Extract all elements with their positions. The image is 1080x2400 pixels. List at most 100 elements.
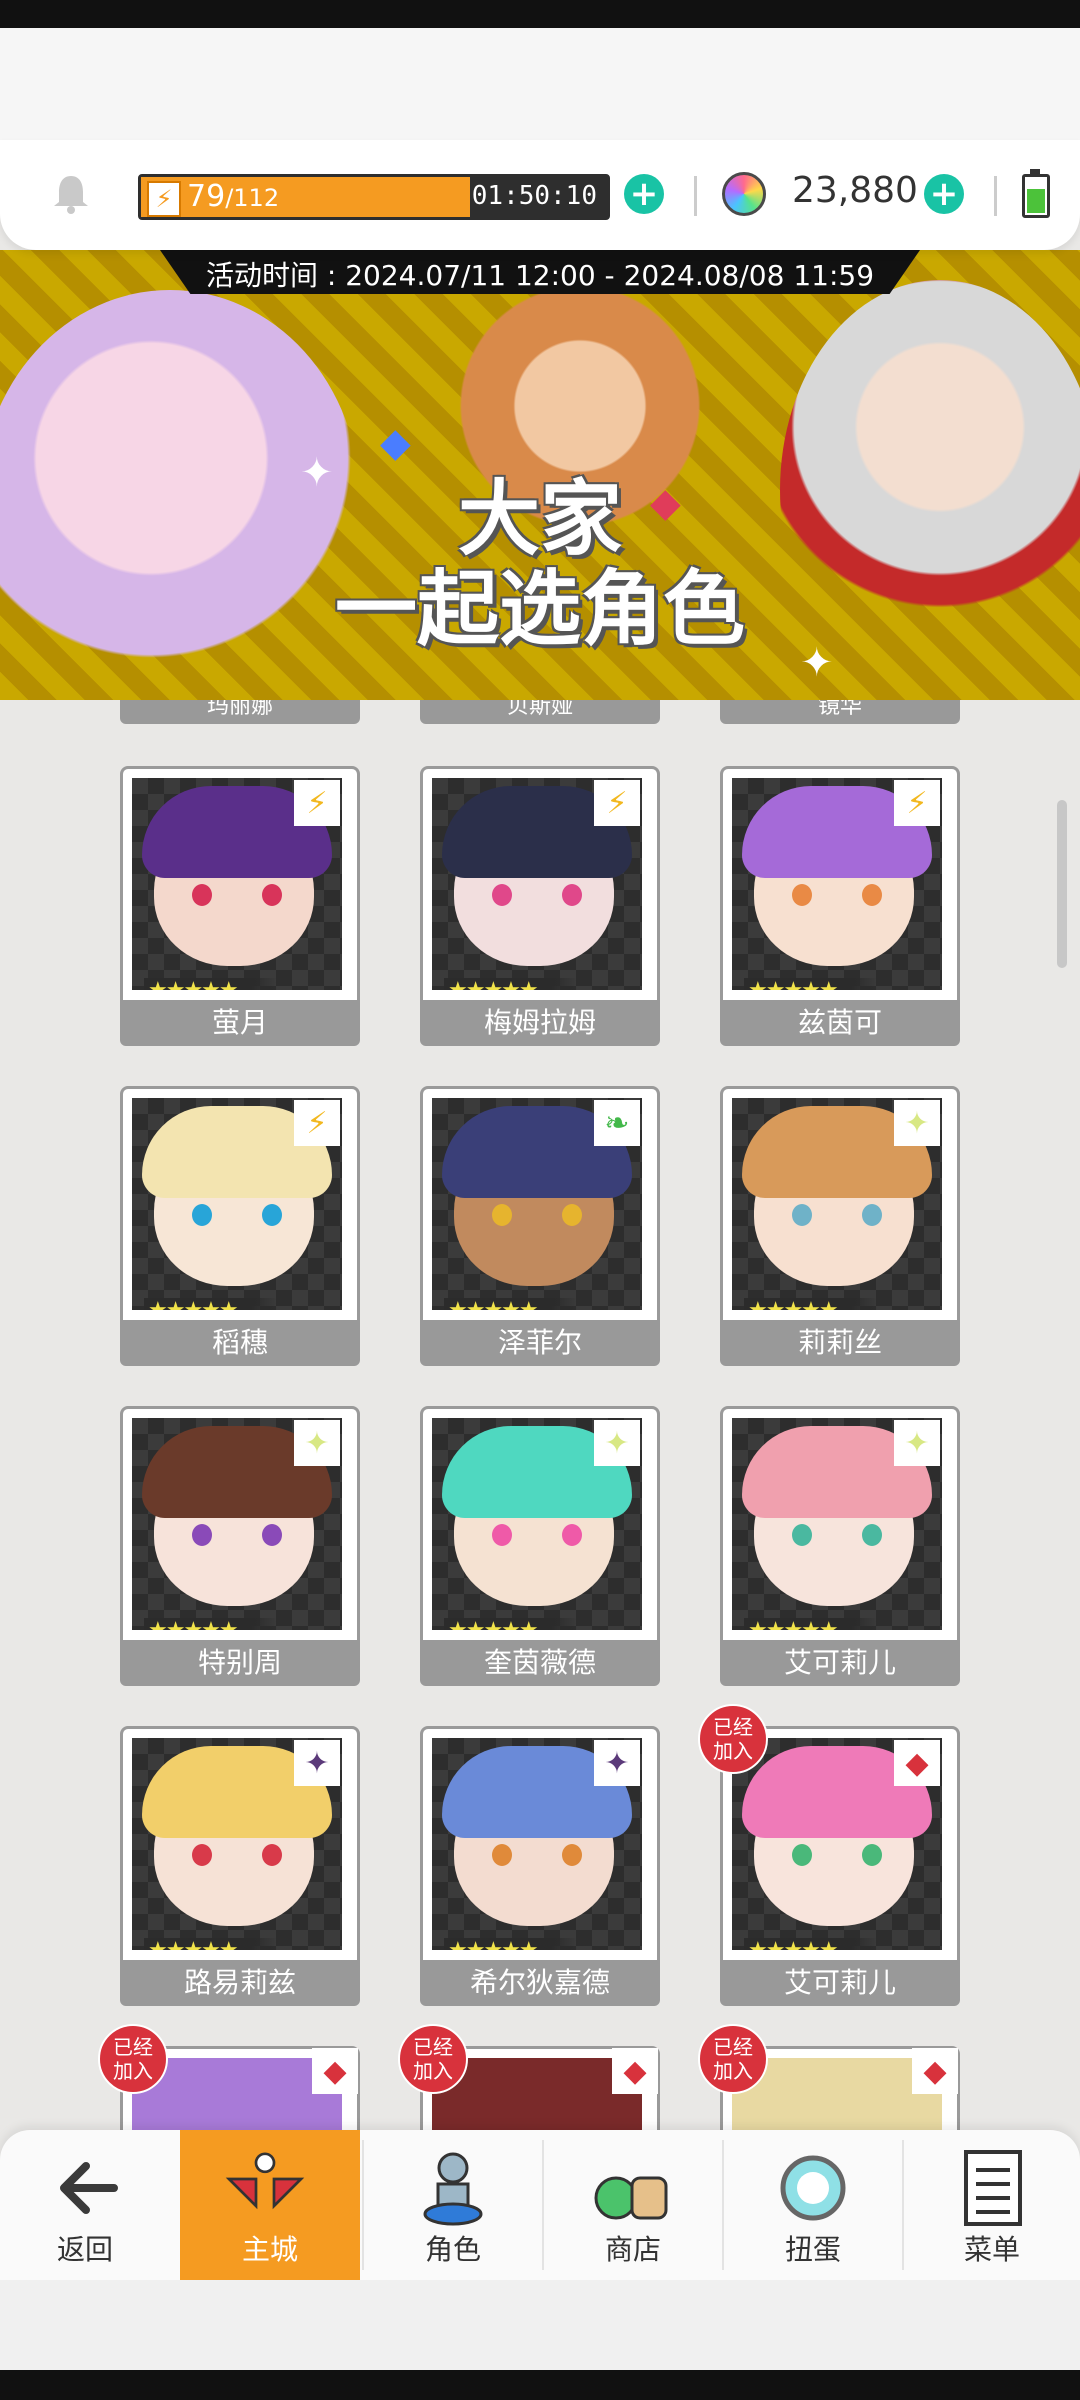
character-card[interactable]: ◆ ★★★★★ 艾可莉儿 已经加入 <box>698 1704 960 2006</box>
nav-shop[interactable]: 商店 <box>544 2130 722 2280</box>
rarity-stars: ★★★★★ <box>744 1938 878 1950</box>
character-card-partial[interactable]: ◆ 已经 加入 <box>398 2024 660 2130</box>
joined-badge: 已经 加入 <box>698 2024 768 2094</box>
nav-gacha-label: 扭蛋 <box>784 2233 841 2266</box>
character-portrait: ❧ ★★★★★ <box>432 1098 642 1310</box>
bottom-nav: 返回 主城 角色 商店 扭蛋 菜单 <box>0 2130 1080 2280</box>
character-name: 艾可莉儿 <box>720 1640 960 1686</box>
partial-card-label: 贝斯娅 <box>420 700 660 724</box>
nav-menu-label: 菜单 <box>963 2233 1020 2266</box>
dark-attribute-icon: ✦ <box>294 1740 340 1786</box>
nav-character-label: 角色 <box>424 2233 481 2266</box>
divider <box>994 176 997 216</box>
character-portrait: ✦ ★★★★★ <box>432 1418 642 1630</box>
partial-card-label: 镜华 <box>720 700 960 724</box>
character-portrait: ⚡ ★★★★★ <box>132 1098 342 1310</box>
shop-icon <box>588 2148 678 2228</box>
event-banner[interactable]: 活动时间 : 2024.07/11 12:00 - 2024.08/08 11:… <box>0 250 1080 700</box>
light-attribute-icon: ✦ <box>894 1100 940 1146</box>
character-name: 希尔狄嘉德 <box>420 1960 660 2006</box>
energy-current: 79 <box>187 179 226 214</box>
nav-back-label: 返回 <box>56 2233 113 2266</box>
dark-attribute-icon: ✦ <box>594 1740 640 1786</box>
nav-back[interactable]: 返回 <box>0 2130 170 2280</box>
add-energy-button[interactable]: + <box>624 174 664 214</box>
nav-home-label: 主城 <box>241 2233 298 2266</box>
character-name: 特别周 <box>120 1640 360 1686</box>
battery-icon <box>1022 169 1050 218</box>
character-card-partial[interactable]: ◆ 已经 加入 <box>698 2024 960 2130</box>
rarity-stars: ★★★★★ <box>744 1298 878 1310</box>
wind-attribute-icon: ❧ <box>594 1100 640 1146</box>
light-attribute-icon: ✦ <box>294 1420 340 1466</box>
character-portrait: ◆ ★★★★★ <box>732 1738 942 1950</box>
fire-attribute-icon: ◆ <box>612 2048 658 2094</box>
energy-timer: 01:50:10 <box>471 181 597 211</box>
character-card[interactable]: ✦ ★★★★★ 希尔狄嘉德 <box>420 1726 660 2006</box>
event-time: 活动时间 : 2024.07/11 12:00 - 2024.08/08 11:… <box>205 259 875 292</box>
banner-character-right <box>780 280 1080 700</box>
rarity-stars: ★★★★★ <box>444 1298 578 1310</box>
character-portrait: ⚡ ★★★★★ <box>132 778 342 990</box>
gem-icon <box>722 172 766 216</box>
rarity-stars: ★★★★★ <box>144 1618 278 1630</box>
partial-card-label: 玛丽娜 <box>120 700 360 724</box>
sparkle-icon: ✦ <box>800 640 834 686</box>
character-portrait: ⚡ ★★★★★ <box>432 778 642 990</box>
lightning-attribute-icon: ⚡ <box>594 780 640 826</box>
gacha-icon <box>768 2148 858 2228</box>
status-bar <box>0 0 1080 28</box>
character-portrait: ✦ ★★★★★ <box>132 1418 342 1630</box>
add-gems-button[interactable]: + <box>924 174 964 214</box>
character-card[interactable]: ✦ ★★★★★ 奎茵薇德 <box>420 1406 660 1686</box>
joined-badge: 已经 加入 <box>698 1704 768 1774</box>
character-card[interactable]: ✦ ★★★★★ 莉莉丝 <box>720 1086 960 1366</box>
character-portrait: ⚡ ★★★★★ <box>732 778 942 990</box>
divider <box>694 176 697 216</box>
character-portrait: ✦ ★★★★★ <box>732 1098 942 1310</box>
sparkle-icon: ◆ <box>380 420 411 466</box>
nav-gacha[interactable]: 扭蛋 <box>724 2130 902 2280</box>
joined-badge: 已经 加入 <box>98 2024 168 2094</box>
character-name: 萤月 <box>120 1000 360 1046</box>
character-card[interactable]: ✦ ★★★★★ 特别周 <box>120 1406 360 1686</box>
banner-title: 大家 一起选角色 <box>300 475 780 655</box>
castle-icon <box>220 2148 310 2228</box>
rarity-stars: ★★★★★ <box>444 978 578 990</box>
back-arrow-icon <box>60 2162 118 2214</box>
top-spacer <box>0 28 1080 148</box>
nav-shop-label: 商店 <box>604 2233 661 2266</box>
rarity-stars: ★★★★★ <box>444 1938 578 1950</box>
resource-header: ⚡ 79/112 01:50:10 + 23,880 + <box>0 140 1080 250</box>
character-name: 梅姆拉姆 <box>420 1000 660 1046</box>
character-roster[interactable]: 玛丽娜 贝斯娅 镜华 ⚡ ★★★★★ 萤月 ⚡ ★★★★★ 梅姆拉姆 <box>0 700 1080 2130</box>
character-portrait: ✦ ★★★★★ <box>132 1738 342 1950</box>
banner-title-line1: 大家 <box>457 472 622 567</box>
character-card[interactable]: ⚡ ★★★★★ 兹茵可 <box>720 766 960 1046</box>
event-time-bar: 活动时间 : 2024.07/11 12:00 - 2024.08/08 11:… <box>160 250 920 294</box>
gem-count: 23,880 <box>792 170 918 211</box>
character-name: 奎茵薇德 <box>420 1640 660 1686</box>
bell-icon[interactable] <box>48 170 94 216</box>
character-card[interactable]: ✦ ★★★★★ 路易莉兹 <box>120 1726 360 2006</box>
nav-character[interactable]: 角色 <box>364 2130 542 2280</box>
nav-home[interactable]: 主城 <box>180 2130 360 2280</box>
fire-attribute-icon: ◆ <box>312 2048 358 2094</box>
character-card-partial[interactable]: ◆ 已经 加入 <box>98 2024 360 2130</box>
fire-attribute-icon: ◆ <box>912 2048 958 2094</box>
character-card[interactable]: ⚡ ★★★★★ 梅姆拉姆 <box>420 766 660 1046</box>
character-card[interactable]: ✦ ★★★★★ 艾可莉儿 <box>720 1406 960 1686</box>
rarity-stars: ★★★★★ <box>144 978 278 990</box>
character-name: 艾可莉儿 <box>720 1960 960 2006</box>
character-card[interactable]: ⚡ ★★★★★ 稻穗 <box>120 1086 360 1366</box>
character-name: 稻穗 <box>120 1320 360 1366</box>
character-name: 路易莉兹 <box>120 1960 360 2006</box>
character-icon <box>408 2148 498 2228</box>
character-card[interactable]: ⚡ ★★★★★ 萤月 <box>120 766 360 1046</box>
character-portrait: ✦ ★★★★★ <box>732 1418 942 1630</box>
roster-scrollbar[interactable] <box>1057 800 1067 968</box>
system-bottom-edge <box>0 2370 1080 2400</box>
nav-menu[interactable]: 菜单 <box>904 2130 1080 2280</box>
character-card[interactable]: ❧ ★★★★★ 泽菲尔 <box>420 1086 660 1366</box>
rarity-stars: ★★★★★ <box>744 978 878 990</box>
